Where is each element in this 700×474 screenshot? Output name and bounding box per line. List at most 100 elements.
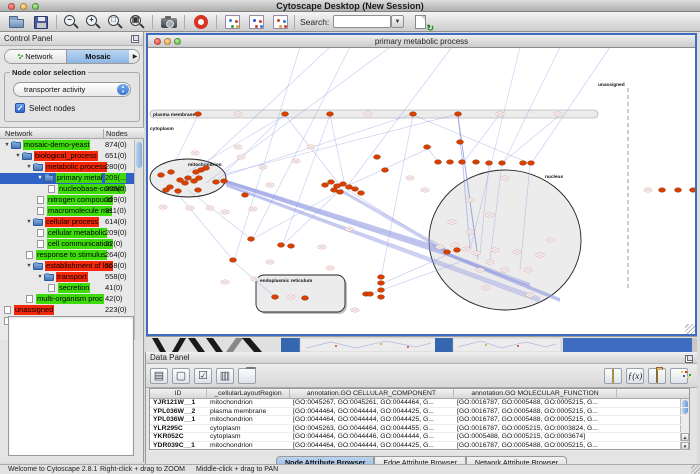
network-edge[interactable] bbox=[502, 115, 560, 163]
network-edge[interactable] bbox=[188, 190, 251, 239]
app-titlebar[interactable]: Cytoscape Desktop (New Session) bbox=[0, 0, 700, 12]
network-node-selected[interactable] bbox=[410, 112, 417, 117]
app-resize-grip[interactable] bbox=[691, 465, 700, 474]
network-node-selected[interactable] bbox=[182, 181, 189, 186]
table-row[interactable]: YKR052Ccytoplasm[GO:0044464, GO:0044446,… bbox=[150, 433, 689, 442]
expand-arrow-icon[interactable]: ▼ bbox=[3, 140, 11, 151]
tree-item[interactable]: ▼metabolic process280(0) bbox=[0, 162, 134, 173]
tree-item[interactable]: macromolecule me311(0) bbox=[0, 206, 134, 217]
network-node-selected[interactable] bbox=[382, 168, 389, 173]
network-node-selected[interactable] bbox=[459, 160, 466, 165]
open-attribute-icon[interactable] bbox=[648, 368, 666, 384]
tree-item[interactable]: secretion41(0) bbox=[0, 283, 134, 294]
birds-eye-view[interactable] bbox=[8, 316, 134, 456]
network-node-selected[interactable] bbox=[288, 244, 295, 249]
table-row[interactable]: YDR039C__1mitochondrion[GO:0044464, GO:0… bbox=[150, 442, 689, 451]
network-node-selected[interactable] bbox=[374, 155, 381, 160]
select-attributes-icon[interactable]: ☑ bbox=[194, 368, 212, 384]
network-node-selected[interactable] bbox=[248, 237, 255, 242]
network-canvas[interactable]: plasma membranecytoplasmmitochondrionnuc… bbox=[148, 46, 695, 334]
float-panel-icon[interactable] bbox=[131, 35, 139, 43]
network-node-selected[interactable] bbox=[163, 188, 170, 193]
expand-arrow-icon[interactable]: ▼ bbox=[25, 162, 33, 173]
table-column-header[interactable]: annotation.GO CELLULAR_COMPONENT bbox=[290, 389, 454, 399]
expand-arrow-icon[interactable]: ▼ bbox=[36, 272, 44, 283]
network-node-selected[interactable] bbox=[486, 161, 493, 166]
network-edge[interactable] bbox=[176, 192, 233, 260]
tree-item[interactable]: ▼primary metabolic pr209(... bbox=[0, 173, 134, 184]
zoom-in-icon[interactable]: + bbox=[82, 12, 104, 32]
zoom-selected-icon[interactable]: ▣ bbox=[126, 12, 148, 32]
tree-item[interactable]: ▼establishment of loc558(0) bbox=[0, 261, 134, 272]
table-row[interactable]: YPL036W__2plasma membrane[GO:0044464, GO… bbox=[150, 408, 689, 417]
network-node-selected[interactable] bbox=[340, 182, 347, 187]
network-edge[interactable] bbox=[224, 182, 446, 254]
tree-item[interactable]: multi-organism proc42(0) bbox=[0, 294, 134, 305]
tree-item[interactable]: cell communication22(0) bbox=[0, 239, 134, 250]
float-data-panel-icon[interactable] bbox=[685, 355, 693, 363]
network-node-selected[interactable] bbox=[435, 160, 442, 165]
network-edge[interactable] bbox=[340, 190, 445, 250]
network-node-selected[interactable] bbox=[168, 170, 175, 175]
network-node-selected[interactable] bbox=[424, 145, 431, 150]
network-node-selected[interactable] bbox=[272, 295, 279, 300]
select-nodes-checkbox[interactable]: ✓ bbox=[15, 103, 25, 113]
network-node-selected[interactable] bbox=[242, 193, 249, 198]
network-edge[interactable] bbox=[531, 47, 610, 164]
network-node-selected[interactable] bbox=[499, 161, 506, 166]
tree-item[interactable]: ▼biological_process651(0) bbox=[0, 151, 134, 162]
import-table-icon[interactable]: ▤ bbox=[150, 368, 168, 384]
network-node-selected[interactable] bbox=[528, 161, 535, 166]
region-nucleus[interactable] bbox=[429, 170, 581, 310]
new-attribute-icon[interactable]: ▢ bbox=[172, 368, 190, 384]
network-node-selected[interactable] bbox=[195, 188, 202, 193]
network-node-selected[interactable] bbox=[457, 140, 464, 145]
network-edge[interactable] bbox=[340, 189, 445, 248]
table-column-header[interactable]: _cellularLayoutRegion bbox=[207, 389, 290, 399]
node-color-dropdown[interactable]: transporter activity ▲▼ bbox=[13, 82, 131, 97]
tree-item[interactable]: nucleobase-contain209(0) bbox=[0, 184, 134, 195]
open-session-icon[interactable] bbox=[6, 12, 28, 32]
network-node-selected[interactable] bbox=[195, 112, 202, 117]
tab-mosaic[interactable]: Mosaic bbox=[67, 50, 129, 63]
network-node-selected[interactable] bbox=[675, 188, 682, 193]
network-node-selected[interactable] bbox=[378, 281, 385, 286]
expand-arrow-icon[interactable]: ▼ bbox=[25, 217, 33, 228]
network-node-selected[interactable] bbox=[158, 173, 165, 178]
tree-item[interactable]: response to stimulus264(0) bbox=[0, 250, 134, 261]
tab-overflow-arrow-icon[interactable]: ▶ bbox=[129, 50, 140, 63]
network-node-selected[interactable] bbox=[221, 179, 228, 184]
expand-arrow-icon[interactable]: ▼ bbox=[36, 173, 44, 184]
network-node-selected[interactable] bbox=[175, 189, 182, 194]
formula-icon[interactable]: ƒ(x) bbox=[626, 368, 644, 384]
network-node-selected[interactable] bbox=[454, 248, 461, 253]
tree-scrollbar[interactable] bbox=[134, 140, 143, 340]
save-session-icon[interactable] bbox=[30, 12, 52, 32]
table-row[interactable]: YJR121W__1mitochondrion[GO:0045267, GO:0… bbox=[150, 399, 689, 408]
window-resize-grip[interactable] bbox=[685, 324, 695, 334]
tree-item[interactable]: ▼mosaic-demo-yeast874(0) bbox=[0, 140, 134, 151]
first-neighbors-icon[interactable] bbox=[246, 12, 268, 32]
zoom-out-icon[interactable]: − bbox=[60, 12, 82, 32]
network-edge[interactable] bbox=[463, 114, 500, 163]
background-windows[interactable] bbox=[146, 336, 697, 352]
network-node-selected[interactable] bbox=[367, 292, 374, 297]
network-overview-icon[interactable] bbox=[222, 12, 244, 32]
network-node-selected[interactable] bbox=[213, 180, 220, 185]
network-node-selected[interactable] bbox=[193, 170, 200, 175]
table-column-header[interactable]: annotation.GO MOLECULAR_FUNCTION bbox=[454, 389, 617, 399]
network-edge[interactable] bbox=[413, 115, 529, 163]
table-row[interactable]: YLR295Ccytoplasm[GO:0045263, GO:0044464,… bbox=[150, 425, 689, 434]
network-edge[interactable] bbox=[345, 147, 432, 187]
network-edge[interactable] bbox=[285, 115, 342, 188]
snapshot-icon[interactable] bbox=[158, 12, 180, 32]
delete-attribute-icon[interactable] bbox=[238, 368, 256, 384]
region-plasma-membrane[interactable] bbox=[150, 110, 598, 118]
network-node-selected[interactable] bbox=[473, 160, 480, 165]
tab-network[interactable]: Network bbox=[5, 50, 67, 63]
attribute-table[interactable]: ▲ ▼ ID_cellularLayoutRegionannotation.GO… bbox=[149, 388, 690, 450]
tree-item[interactable]: cellular metabolic209(0) bbox=[0, 228, 134, 239]
table-row[interactable]: YPL036W__1mitochondrion[GO:0044464, GO:0… bbox=[150, 416, 689, 425]
network-node-selected[interactable] bbox=[337, 190, 344, 195]
search-dropdown-button[interactable]: ▼ bbox=[391, 15, 404, 28]
